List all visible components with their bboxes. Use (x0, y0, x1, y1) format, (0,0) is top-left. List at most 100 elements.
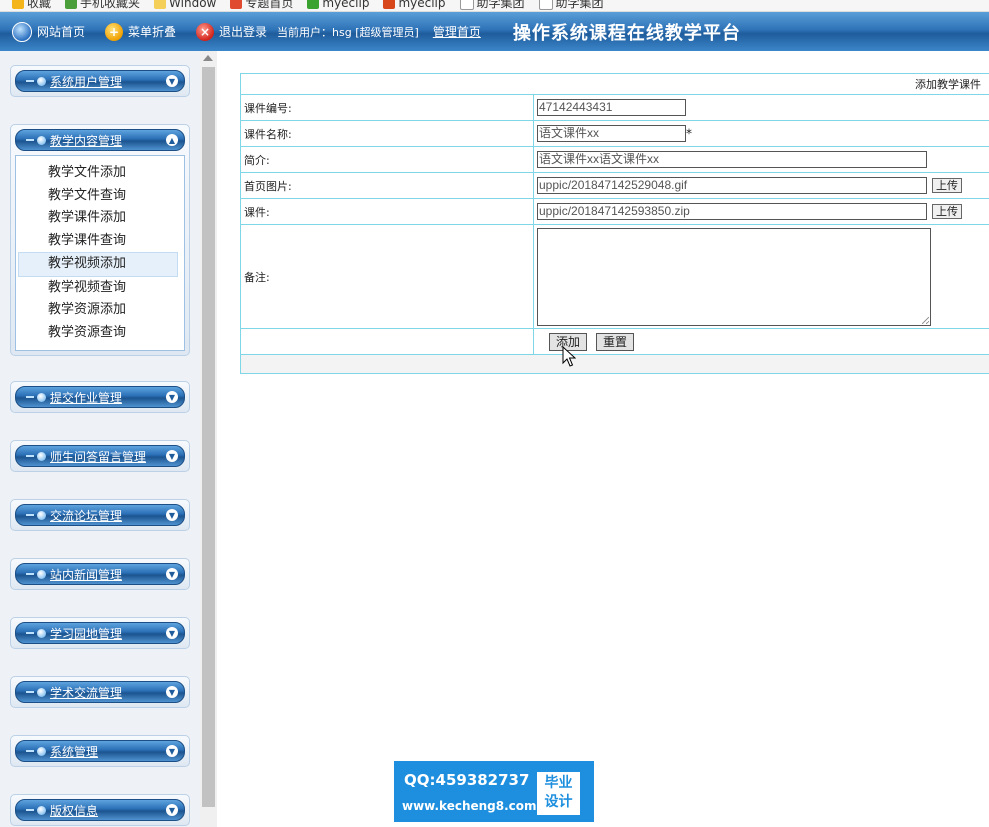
bookmarks-bar: 收藏 手机收藏夹 Window 专题首页 myeclip myeclip 助学集… (0, 0, 989, 12)
menu-collapse-button[interactable]: + 菜单折叠 (105, 22, 176, 41)
chevron-down-icon: ▼ (166, 509, 178, 521)
sidebar-scrollbar[interactable] (200, 51, 217, 827)
sidebar-header-forum[interactable]: 交流论坛管理 ▼ (15, 504, 185, 526)
sidebar-group-qa: 师生问答留言管理 ▼ (10, 440, 190, 472)
label-cover-image: 首页图片: (240, 172, 534, 199)
bookmark-topic[interactable]: 专题首页 (230, 0, 293, 11)
sidebar-item-query-resource[interactable]: 教学资源查询 (16, 322, 184, 345)
sidebar-header-news[interactable]: 站内新闻管理 ▼ (15, 563, 185, 585)
eclipse-icon (307, 0, 320, 9)
bookmark-window[interactable]: Window (154, 0, 216, 11)
cover-image-field[interactable]: uppic/201847142529048.gif (537, 177, 927, 194)
bookmark-mobile[interactable]: 手机收藏夹 (65, 0, 140, 11)
sidebar-group-system-users: 系统用户管理 ▼ (10, 65, 190, 97)
sidebar-header-academic[interactable]: 学术交流管理 ▼ (15, 681, 185, 703)
folder-icon (154, 0, 167, 9)
bookmark-zhuxue-1[interactable]: 助学集团 (459, 0, 525, 11)
required-mark: * (686, 126, 692, 141)
courseware-id-field[interactable]: 47142443431 (537, 99, 686, 116)
bullet-icon (37, 687, 46, 697)
scrollbar-thumb[interactable] (202, 67, 215, 807)
submenu-teaching-content: 教学文件添加 教学文件查询 教学课件添加 教学课件查询 教学视频添加 教学视频查… (15, 155, 185, 351)
scroll-up-arrow-icon[interactable] (203, 55, 213, 61)
page-title: 操作系统课程在线教学平台 (512, 22, 741, 44)
add-courseware-form: 添加教学课件 课件编号: 47142443431 课件名称: 语文课件xx * 简… (240, 73, 989, 374)
watermark-badge: 毕业 设计 (537, 772, 580, 815)
watermark-qq: QQ:459382737 (404, 771, 530, 789)
phone-icon (65, 0, 78, 9)
sidebar-header-study[interactable]: 学习园地管理 ▼ (15, 622, 185, 644)
sidebar-header-teaching-content[interactable]: 教学内容管理 ▲ (15, 129, 185, 151)
chevron-down-icon: ▼ (166, 450, 178, 462)
chevron-down-icon: ▼ (166, 627, 178, 639)
courseware-name-field[interactable]: 语文课件xx (537, 125, 686, 142)
star-icon (12, 0, 24, 9)
form-heading: 添加教学课件 (240, 73, 989, 95)
label-courseware-file: 课件: (240, 198, 534, 225)
sidebar-header-system[interactable]: 系统管理 ▼ (15, 740, 185, 762)
bullet-icon (37, 451, 46, 461)
chevron-down-icon: ▼ (166, 568, 178, 580)
eclipse-icon (383, 0, 396, 9)
admin-home-link[interactable]: 管理首页 (433, 23, 481, 40)
globe-icon (12, 21, 32, 42)
sidebar-item-add-resource[interactable]: 教学资源添加 (16, 299, 184, 322)
bookmark-favorites[interactable]: 收藏 (12, 0, 51, 11)
main-content: 添加教学课件 课件编号: 47142443431 课件名称: 语文课件xx * 简… (217, 51, 989, 827)
chevron-down-icon: ▼ (166, 75, 178, 87)
current-user: 当前用户：hsg [超级管理员] (277, 25, 419, 39)
remarks-textarea[interactable] (537, 227, 931, 326)
sidebar-item-query-courseware[interactable]: 教学课件查询 (16, 230, 184, 253)
bullet-icon (37, 628, 46, 638)
reset-button[interactable]: 重置 (596, 332, 635, 351)
sidebar-header-homework[interactable]: 提交作业管理 ▼ (15, 386, 185, 408)
intro-field[interactable]: 语文课件xx语文课件xx (537, 151, 927, 168)
chevron-down-icon: ▼ (166, 745, 178, 757)
bullet-icon (37, 135, 46, 145)
bullet-icon (37, 392, 46, 402)
sidebar-item-add-courseware[interactable]: 教学课件添加 (16, 207, 184, 230)
sidebar-group-system: 系统管理 ▼ (10, 735, 190, 767)
page-icon (459, 0, 474, 10)
page-icon (230, 0, 243, 9)
logout-button[interactable]: × 退出登录 (196, 22, 267, 41)
upload-courseware-button[interactable]: 上传 (932, 204, 962, 219)
bullet-icon (37, 746, 46, 756)
sidebar: 系统用户管理 ▼ 教学内容管理 ▲ 教学文件添加 教学文件查询 教学课件添加 教学课… (0, 51, 200, 827)
watermark-site: www.kecheng8.com (402, 799, 537, 813)
sidebar-item-add-video[interactable]: 教学视频添加 (18, 252, 178, 277)
label-courseware-id: 课件编号: (240, 94, 534, 121)
bullet-icon (37, 805, 46, 815)
sidebar-group-homework: 提交作业管理 ▼ (10, 381, 190, 413)
bullet-icon (37, 510, 46, 520)
page-icon (538, 0, 553, 10)
bookmark-myeclip-1[interactable]: myeclip (307, 0, 369, 11)
chevron-down-icon: ▼ (166, 686, 178, 698)
bullet-icon (37, 76, 46, 86)
site-home-link[interactable]: 网站首页 (12, 21, 85, 42)
bookmark-myeclip-2[interactable]: myeclip (383, 0, 446, 11)
upload-cover-button[interactable]: 上传 (932, 178, 962, 193)
sidebar-header-qa[interactable]: 师生问答留言管理 ▼ (15, 445, 185, 467)
chevron-down-icon: ▼ (166, 391, 178, 403)
sidebar-item-query-file[interactable]: 教学文件查询 (16, 185, 184, 208)
sidebar-group-copyright: 版权信息 ▼ (10, 794, 190, 826)
sidebar-item-query-video[interactable]: 教学视频查询 (16, 277, 184, 300)
bullet-icon (37, 569, 46, 579)
sidebar-group-news: 站内新闻管理 ▼ (10, 558, 190, 590)
chevron-down-icon: ▼ (166, 804, 178, 816)
sidebar-header-system-users[interactable]: 系统用户管理 ▼ (15, 70, 185, 92)
label-remarks: 备注: (240, 224, 534, 329)
courseware-file-field[interactable]: uppic/201847142593850.zip (537, 203, 927, 220)
resize-grip-icon[interactable] (922, 316, 929, 324)
mouse-cursor-icon (562, 346, 576, 367)
chevron-up-icon: ▲ (166, 134, 178, 146)
label-intro: 简介: (240, 146, 534, 173)
sidebar-group-academic: 学术交流管理 ▼ (10, 676, 190, 708)
sidebar-group-study: 学习园地管理 ▼ (10, 617, 190, 649)
sidebar-header-copyright[interactable]: 版权信息 ▼ (15, 799, 185, 821)
bookmark-zhuxue-2[interactable]: 助学集团 (538, 0, 604, 11)
sidebar-item-add-file[interactable]: 教学文件添加 (16, 162, 184, 185)
watermark-banner: QQ:459382737 www.kecheng8.com 毕业 设计 (394, 761, 594, 822)
close-icon: × (196, 22, 215, 41)
